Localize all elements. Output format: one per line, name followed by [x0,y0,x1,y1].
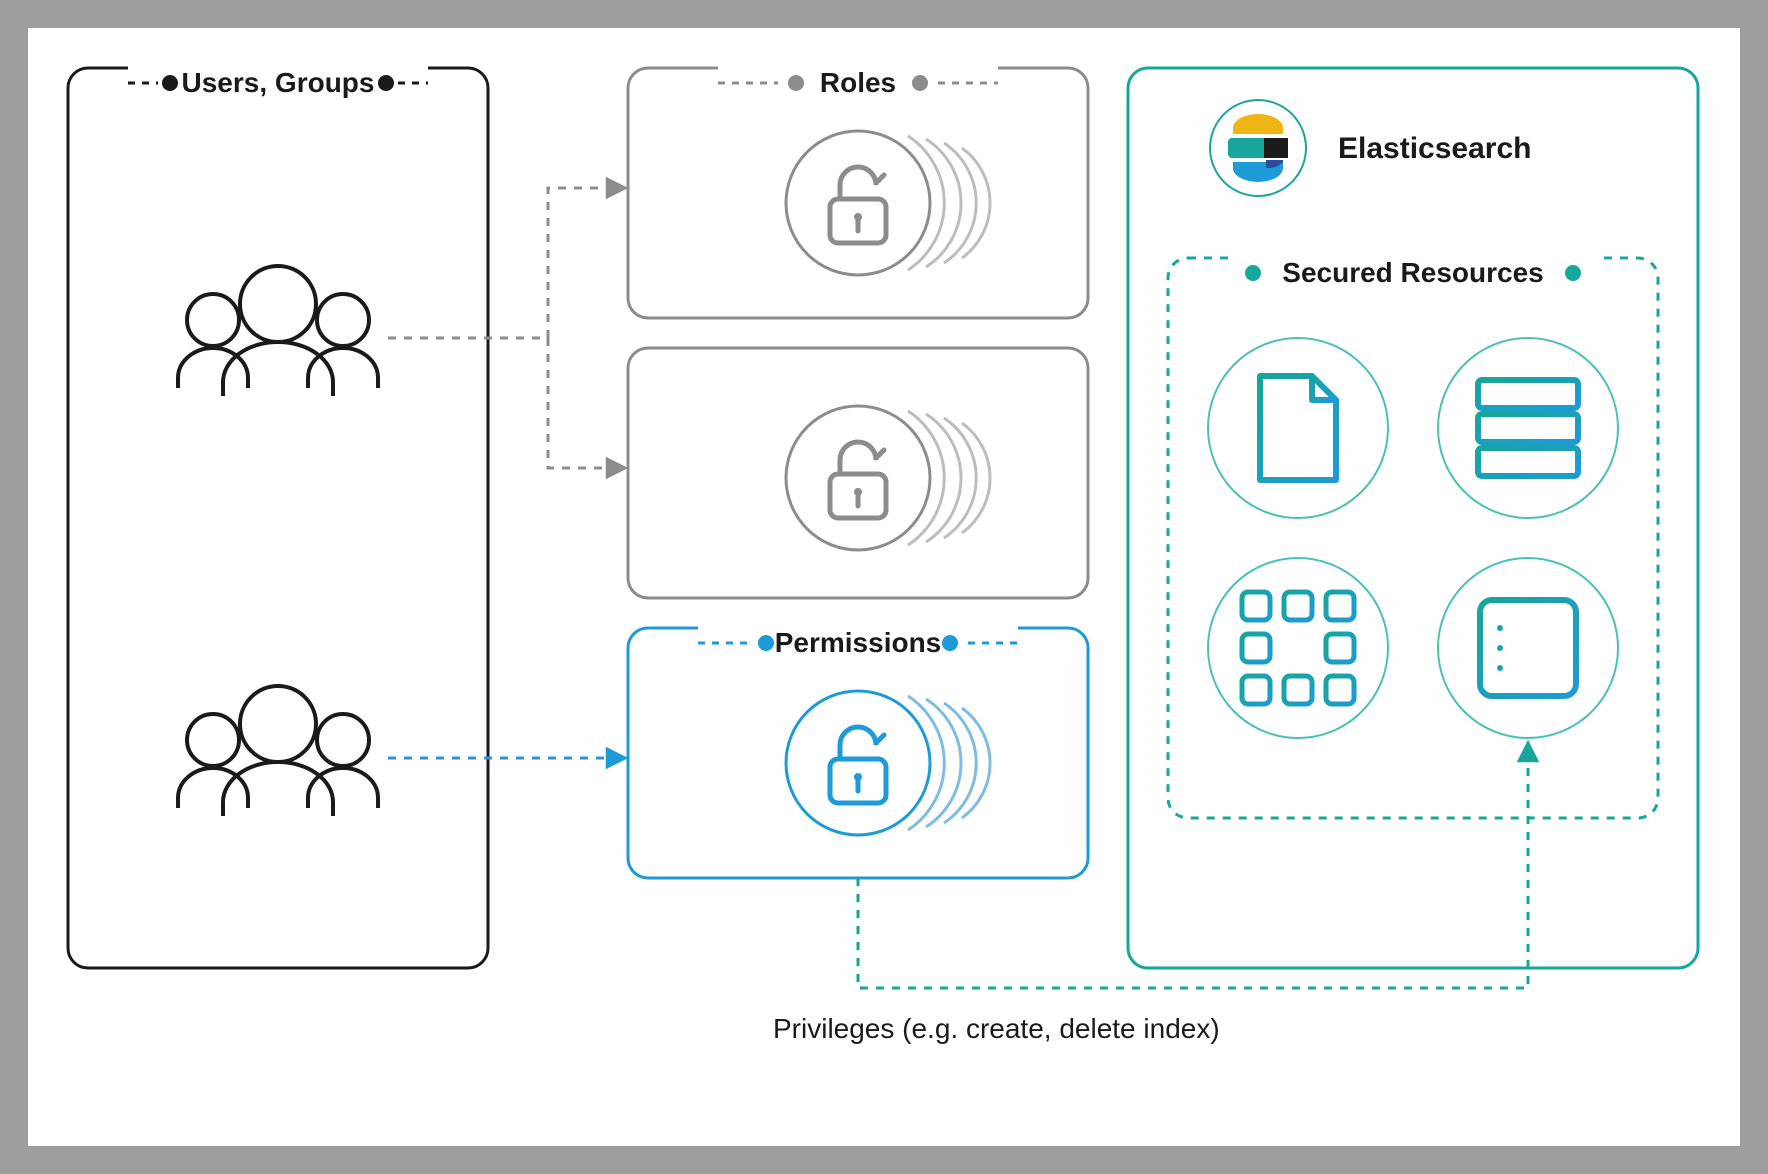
resource-list-icon [1438,558,1618,738]
roles-padlock-icon [786,131,990,275]
resource-rows-icon [1438,338,1618,518]
secured-resources-label: Secured Resources [1282,257,1543,288]
roles2-padlock-icon [786,406,990,550]
users-groups-box: Users, Groups [68,56,488,968]
elasticsearch-box [1128,68,1698,968]
users-groups-label: Users, Groups [182,67,375,98]
resource-cluster-icon [1208,558,1388,738]
elasticsearch-label: Elasticsearch [1338,132,1531,165]
users-group-bottom-icon [178,686,378,816]
permissions-label: Permissions [775,627,942,658]
privileges-label: Privileges (e.g. create, delete index) [773,1013,1220,1044]
secured-resources-box: Secured Resources [1168,246,1658,818]
roles-label: Roles [820,67,896,98]
arrow-users-to-roles2 [388,338,626,468]
elasticsearch-header: Elasticsearch [1210,100,1531,196]
permissions-padlock-icon [786,691,990,835]
diagram-svg: Users, Groups Roles Permissions Elastics… [28,28,1740,1146]
users-group-top-icon [178,266,378,396]
diagram-frame: Users, Groups Roles Permissions Elastics… [0,0,1768,1174]
arrow-users-to-roles [388,188,626,338]
resource-document-icon [1208,338,1388,518]
elasticsearch-logo-icon [1228,114,1288,182]
